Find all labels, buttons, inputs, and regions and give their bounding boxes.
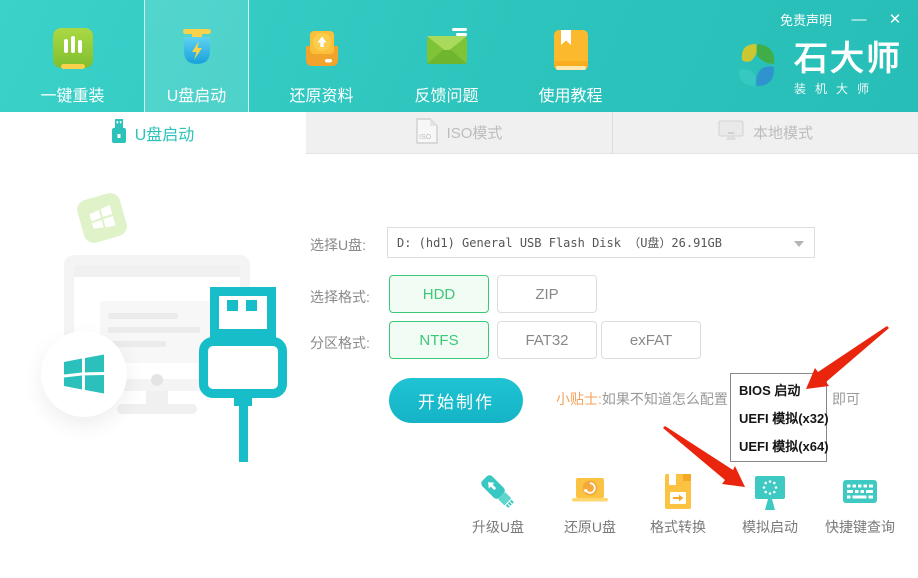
tab-label: U盘启动	[135, 121, 195, 145]
format-label: 选择格式:	[310, 287, 370, 307]
usb-cable	[239, 400, 248, 462]
monitor-stand	[146, 391, 168, 404]
app-window: 一键重装 U盘启动	[0, 0, 918, 578]
tool-label: 还原U盘	[564, 517, 616, 537]
usb-drive-value: D: (hd1) General USB Flash Disk （U盘）26.9…	[397, 234, 722, 251]
brand-logo: 石大师 装机大师	[728, 38, 902, 99]
partition-label: 分区格式:	[310, 333, 370, 353]
usb-plug-connector	[210, 287, 276, 338]
tip-label: 小贴士:	[556, 391, 602, 407]
tab-usb-boot[interactable]: U盘启动	[0, 112, 306, 154]
nav-item-usb-boot[interactable]: U盘启动	[144, 0, 249, 112]
windows-logo-icon	[87, 203, 117, 233]
tool-label: 升级U盘	[472, 517, 524, 537]
restore-usb-icon	[568, 470, 612, 514]
usb-plug-body	[199, 337, 287, 398]
nav-label: 还原资料	[289, 82, 353, 106]
format-option-zip[interactable]: ZIP	[497, 275, 597, 313]
monitor-power-dot	[151, 374, 163, 386]
one-key-reinstall-icon	[51, 28, 95, 74]
format-option-hdd[interactable]: HDD	[389, 275, 489, 313]
top-nav-bar: 一键重装 U盘启动	[0, 0, 918, 112]
windows-flag-icon	[62, 352, 106, 396]
tool-simulate-boot[interactable]: 模拟启动	[720, 470, 820, 537]
usb-select-label: 选择U盘:	[310, 235, 366, 255]
titlebar-controls: 免责声明 — ✕	[780, 10, 904, 29]
brand-pinwheel-icon	[728, 38, 784, 99]
brand-subtitle: 装机大师	[794, 80, 902, 97]
tool-label: 格式转换	[650, 517, 706, 537]
windows-tile-decoration	[75, 191, 129, 245]
nav-label: 一键重装	[40, 82, 104, 106]
menu-item-uefi-x32[interactable]: UEFI 模拟(x32)	[731, 405, 826, 433]
tool-format-convert[interactable]: 格式转换	[628, 470, 728, 537]
hotkey-keyboard-icon	[838, 470, 882, 514]
nav-item-tutorial[interactable]: 使用教程	[518, 0, 623, 112]
tool-hotkey-query[interactable]: 快捷键查询	[810, 470, 910, 537]
monitor-small-icon	[718, 120, 744, 146]
partition-option-exfat[interactable]: exFAT	[601, 321, 701, 359]
upgrade-usb-icon	[476, 470, 520, 514]
simulate-boot-menu: BIOS 启动 UEFI 模拟(x32) UEFI 模拟(x64)	[730, 373, 827, 462]
partition-option-ntfs[interactable]: NTFS	[389, 321, 489, 359]
nav-label: 反馈问题	[414, 82, 478, 106]
nav-item-feedback[interactable]: 反馈问题	[394, 0, 499, 112]
disclaimer-link[interactable]: 免责声明	[780, 10, 832, 29]
brand-name: 石大师	[794, 41, 902, 77]
nav-item-reinstall[interactable]: 一键重装	[20, 0, 125, 112]
nav-item-restore-data[interactable]: 还原资料	[269, 0, 374, 112]
mode-tab-bar: U盘启动 ISO ISO模式 本地模式	[0, 112, 918, 154]
usb-boot-shield-icon	[175, 28, 219, 74]
usb-drive-select[interactable]: D: (hd1) General USB Flash Disk （U盘）26.9…	[387, 227, 815, 258]
iso-icon-text: ISO	[419, 134, 432, 141]
tool-upgrade-usb[interactable]: 升级U盘	[448, 470, 548, 537]
nav-label: 使用教程	[538, 82, 602, 106]
format-convert-icon	[656, 470, 700, 514]
minimize-button[interactable]: —	[850, 11, 868, 29]
tutorial-book-icon	[549, 28, 593, 74]
tab-label: ISO模式	[447, 122, 503, 143]
nav-label: U盘启动	[167, 82, 227, 106]
simulate-boot-icon	[748, 470, 792, 514]
menu-item-bios-boot[interactable]: BIOS 启动	[731, 377, 826, 405]
tip-text-tail: 即可	[832, 389, 860, 409]
start-make-button[interactable]: 开始制作	[389, 378, 523, 423]
tab-label: 本地模式	[753, 122, 813, 143]
tool-label: 模拟启动	[742, 517, 798, 537]
tab-iso-mode[interactable]: ISO ISO模式	[306, 112, 612, 154]
partition-option-fat32[interactable]: FAT32	[497, 321, 597, 359]
tool-label: 快捷键查询	[825, 517, 895, 537]
tool-restore-usb[interactable]: 还原U盘	[540, 470, 640, 537]
monitor-base	[117, 404, 197, 414]
chevron-down-icon	[794, 241, 804, 247]
tip-body: 如果不知道怎么配置	[602, 391, 728, 407]
usb-stick-icon	[112, 119, 126, 148]
windows-badge	[41, 331, 127, 417]
tip-text: 小贴士:如果不知道怎么配置	[556, 389, 728, 409]
restore-data-icon	[300, 28, 344, 74]
iso-file-icon: ISO	[416, 118, 438, 148]
feedback-envelope-icon	[425, 28, 469, 74]
tab-local-mode[interactable]: 本地模式	[612, 112, 918, 154]
close-button[interactable]: ✕	[886, 11, 904, 29]
menu-item-uefi-x64[interactable]: UEFI 模拟(x64)	[731, 433, 826, 461]
